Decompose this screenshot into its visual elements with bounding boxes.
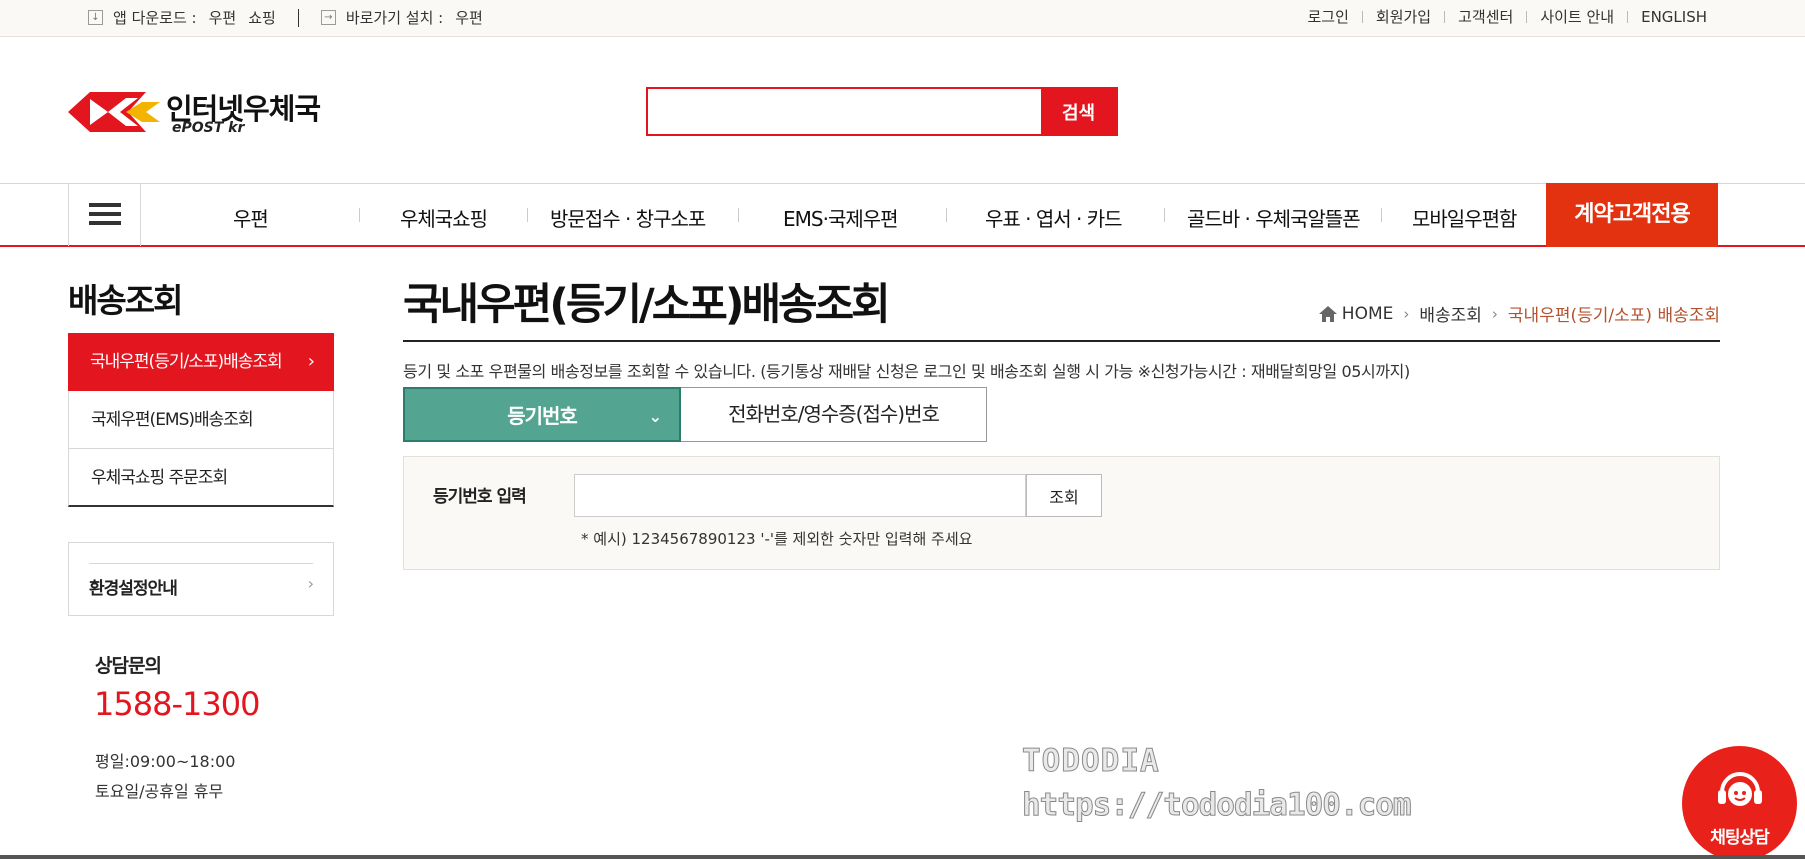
divider: [1361, 10, 1363, 23]
nav-post[interactable]: 우편: [233, 203, 269, 232]
chat-consult-button[interactable]: 채팅상담: [1682, 746, 1797, 859]
nav-ems[interactable]: EMS·국제우편: [783, 203, 899, 232]
divider: [1381, 208, 1382, 222]
tracking-search-form: 등기번호 입력 조회 * 예시) 1234567890123 '-'를 제외한 …: [403, 456, 1720, 570]
sidebar-item-ems[interactable]: 국제우편(EMS)배송조회: [68, 391, 334, 449]
divider: [1526, 10, 1528, 23]
login-link[interactable]: 로그인: [1308, 6, 1349, 27]
sidebar-item-label: 우체국쇼핑 주문조회: [91, 468, 228, 488]
account-links: 로그인 회원가입 고객센터 사이트 안내 ENGLISH: [1308, 6, 1708, 27]
english-link[interactable]: ENGLISH: [1641, 8, 1707, 26]
signup-link[interactable]: 회원가입: [1376, 6, 1431, 27]
app-link-shopping[interactable]: 쇼핑: [248, 7, 276, 28]
breadcrumb-tracking[interactable]: 배송조회: [1419, 301, 1482, 326]
bottom-border: [0, 855, 1805, 859]
watermark-title: TODODIA: [1022, 743, 1160, 780]
search-button[interactable]: 검색: [1041, 89, 1116, 134]
epost-logo[interactable]: 인터넷우체국 ePOST kr: [68, 86, 328, 138]
consult-title: 상담문의: [95, 655, 162, 677]
page-description: 등기 및 소포 우편물의 배송정보를 조회할 수 있습니다. (등기통상 재배달…: [403, 362, 1410, 381]
customer-center-link[interactable]: 고객센터: [1458, 6, 1513, 27]
sidebar-item-domestic[interactable]: 국내우편(등기/소포)배송조회 ›: [68, 333, 334, 391]
input-example-note: * 예시) 1234567890123 '-'를 제외한 숫자만 입력해 주세요: [581, 530, 973, 548]
nav-stamps[interactable]: 우표 · 엽서 · 카드: [985, 203, 1123, 232]
site-guide-link[interactable]: 사이트 안내: [1540, 6, 1614, 27]
breadcrumb-home-label: HOME: [1341, 303, 1394, 324]
app-link-post[interactable]: 우편: [209, 7, 237, 28]
nav-visit-parcel[interactable]: 방문접수 · 창구소포: [550, 203, 706, 232]
watermark-url: https://tododia100.com: [1022, 787, 1413, 824]
divider: [738, 208, 739, 222]
top-utility-bar: ↓ 앱 다운로드 : 우편 쇼핑 → 바로가기 설치 : 우편 로그인 회원가입…: [0, 0, 1805, 37]
sidebar-title: 배송조회: [68, 281, 183, 320]
breadcrumb: HOME › 배송조회 › 국내우편(등기/소포) 배송조회: [1318, 301, 1720, 326]
logo-english-text: ePOST kr: [172, 120, 245, 136]
hours-weekday: 평일:09:00~18:00: [95, 752, 236, 771]
contract-customer-button[interactable]: 계약고객전용: [1546, 183, 1718, 247]
divider: [1627, 10, 1629, 23]
divider: [359, 208, 360, 222]
shortcut-label: 바로가기 설치 :: [345, 9, 444, 27]
tracking-number-label: 등기번호 입력: [433, 487, 527, 507]
divider: [1444, 10, 1446, 23]
query-button[interactable]: 조회: [1026, 474, 1102, 517]
app-download-label: 앱 다운로드 :: [113, 9, 197, 27]
nav-mobile-mailbox[interactable]: 모바일우편함: [1412, 203, 1517, 232]
sidebar-item-shopping-order[interactable]: 우체국쇼핑 주문조회: [68, 449, 334, 507]
chevron-right-icon: ›: [307, 351, 315, 372]
chevron-right-icon: ›: [1403, 304, 1410, 323]
main-navigation: 우편 우체국쇼핑 방문접수 · 창구소포 EMS·국제우편 우표 · 엽서 · …: [0, 183, 1805, 247]
shortcut-link-post[interactable]: 우편: [455, 7, 483, 28]
chevron-right-icon: ›: [1491, 304, 1498, 323]
divider: [527, 208, 528, 222]
hamburger-menu-icon[interactable]: [68, 183, 141, 246]
title-divider: [403, 340, 1720, 342]
divider: [946, 208, 947, 222]
tab-label: 등기번호: [507, 404, 578, 428]
chevron-down-icon: ⌄: [648, 407, 662, 426]
sidebar-menu: 국내우편(등기/소포)배송조회 › 국제우편(EMS)배송조회 우체국쇼핑 주문…: [68, 333, 334, 507]
sidebar-item-label: 국제우편(EMS)배송조회: [91, 410, 254, 430]
tab-registered-number[interactable]: 등기번호 ⌄: [403, 387, 681, 442]
headset-icon: [1718, 772, 1762, 806]
epost-logo-mark-icon: [68, 92, 160, 132]
chevron-right-icon: ›: [307, 574, 314, 593]
app-links-area: ↓ 앱 다운로드 : 우편 쇼핑 → 바로가기 설치 : 우편: [88, 7, 495, 28]
shortcut-icon: →: [320, 10, 336, 25]
chat-label: 채팅상담: [1710, 828, 1770, 848]
divider: [297, 8, 299, 27]
site-search: 검색: [646, 87, 1118, 136]
nav-goldbar-phone[interactable]: 골드바 · 우체국알뜰폰: [1187, 203, 1361, 232]
home-icon: [1318, 305, 1337, 322]
download-icon: ↓: [88, 10, 103, 25]
consult-phone: 1588-1300: [94, 685, 260, 723]
tracking-number-input[interactable]: [574, 474, 1026, 517]
hours-weekend: 토요일/공휴일 휴무: [95, 782, 224, 801]
env-guide-link[interactable]: 환경설정안내 ›: [68, 542, 334, 616]
breadcrumb-home[interactable]: HOME: [1318, 303, 1394, 324]
sidebar-item-label: 국내우편(등기/소포)배송조회: [90, 352, 283, 372]
search-type-tabs: 등기번호 ⌄ 전화번호/영수증(접수)번호: [403, 387, 987, 442]
nav-shopping[interactable]: 우체국쇼핑: [400, 203, 488, 232]
search-input[interactable]: [648, 89, 1041, 134]
consult-hours: 평일:09:00~18:00 토요일/공휴일 휴무: [95, 747, 235, 807]
tab-phone-receipt[interactable]: 전화번호/영수증(접수)번호: [681, 387, 987, 442]
page-title: 국내우편(등기/소포)배송조회: [403, 280, 891, 330]
divider: [1164, 208, 1165, 222]
breadcrumb-current: 국내우편(등기/소포) 배송조회: [1507, 306, 1720, 326]
env-guide-label: 환경설정안내: [89, 579, 178, 599]
